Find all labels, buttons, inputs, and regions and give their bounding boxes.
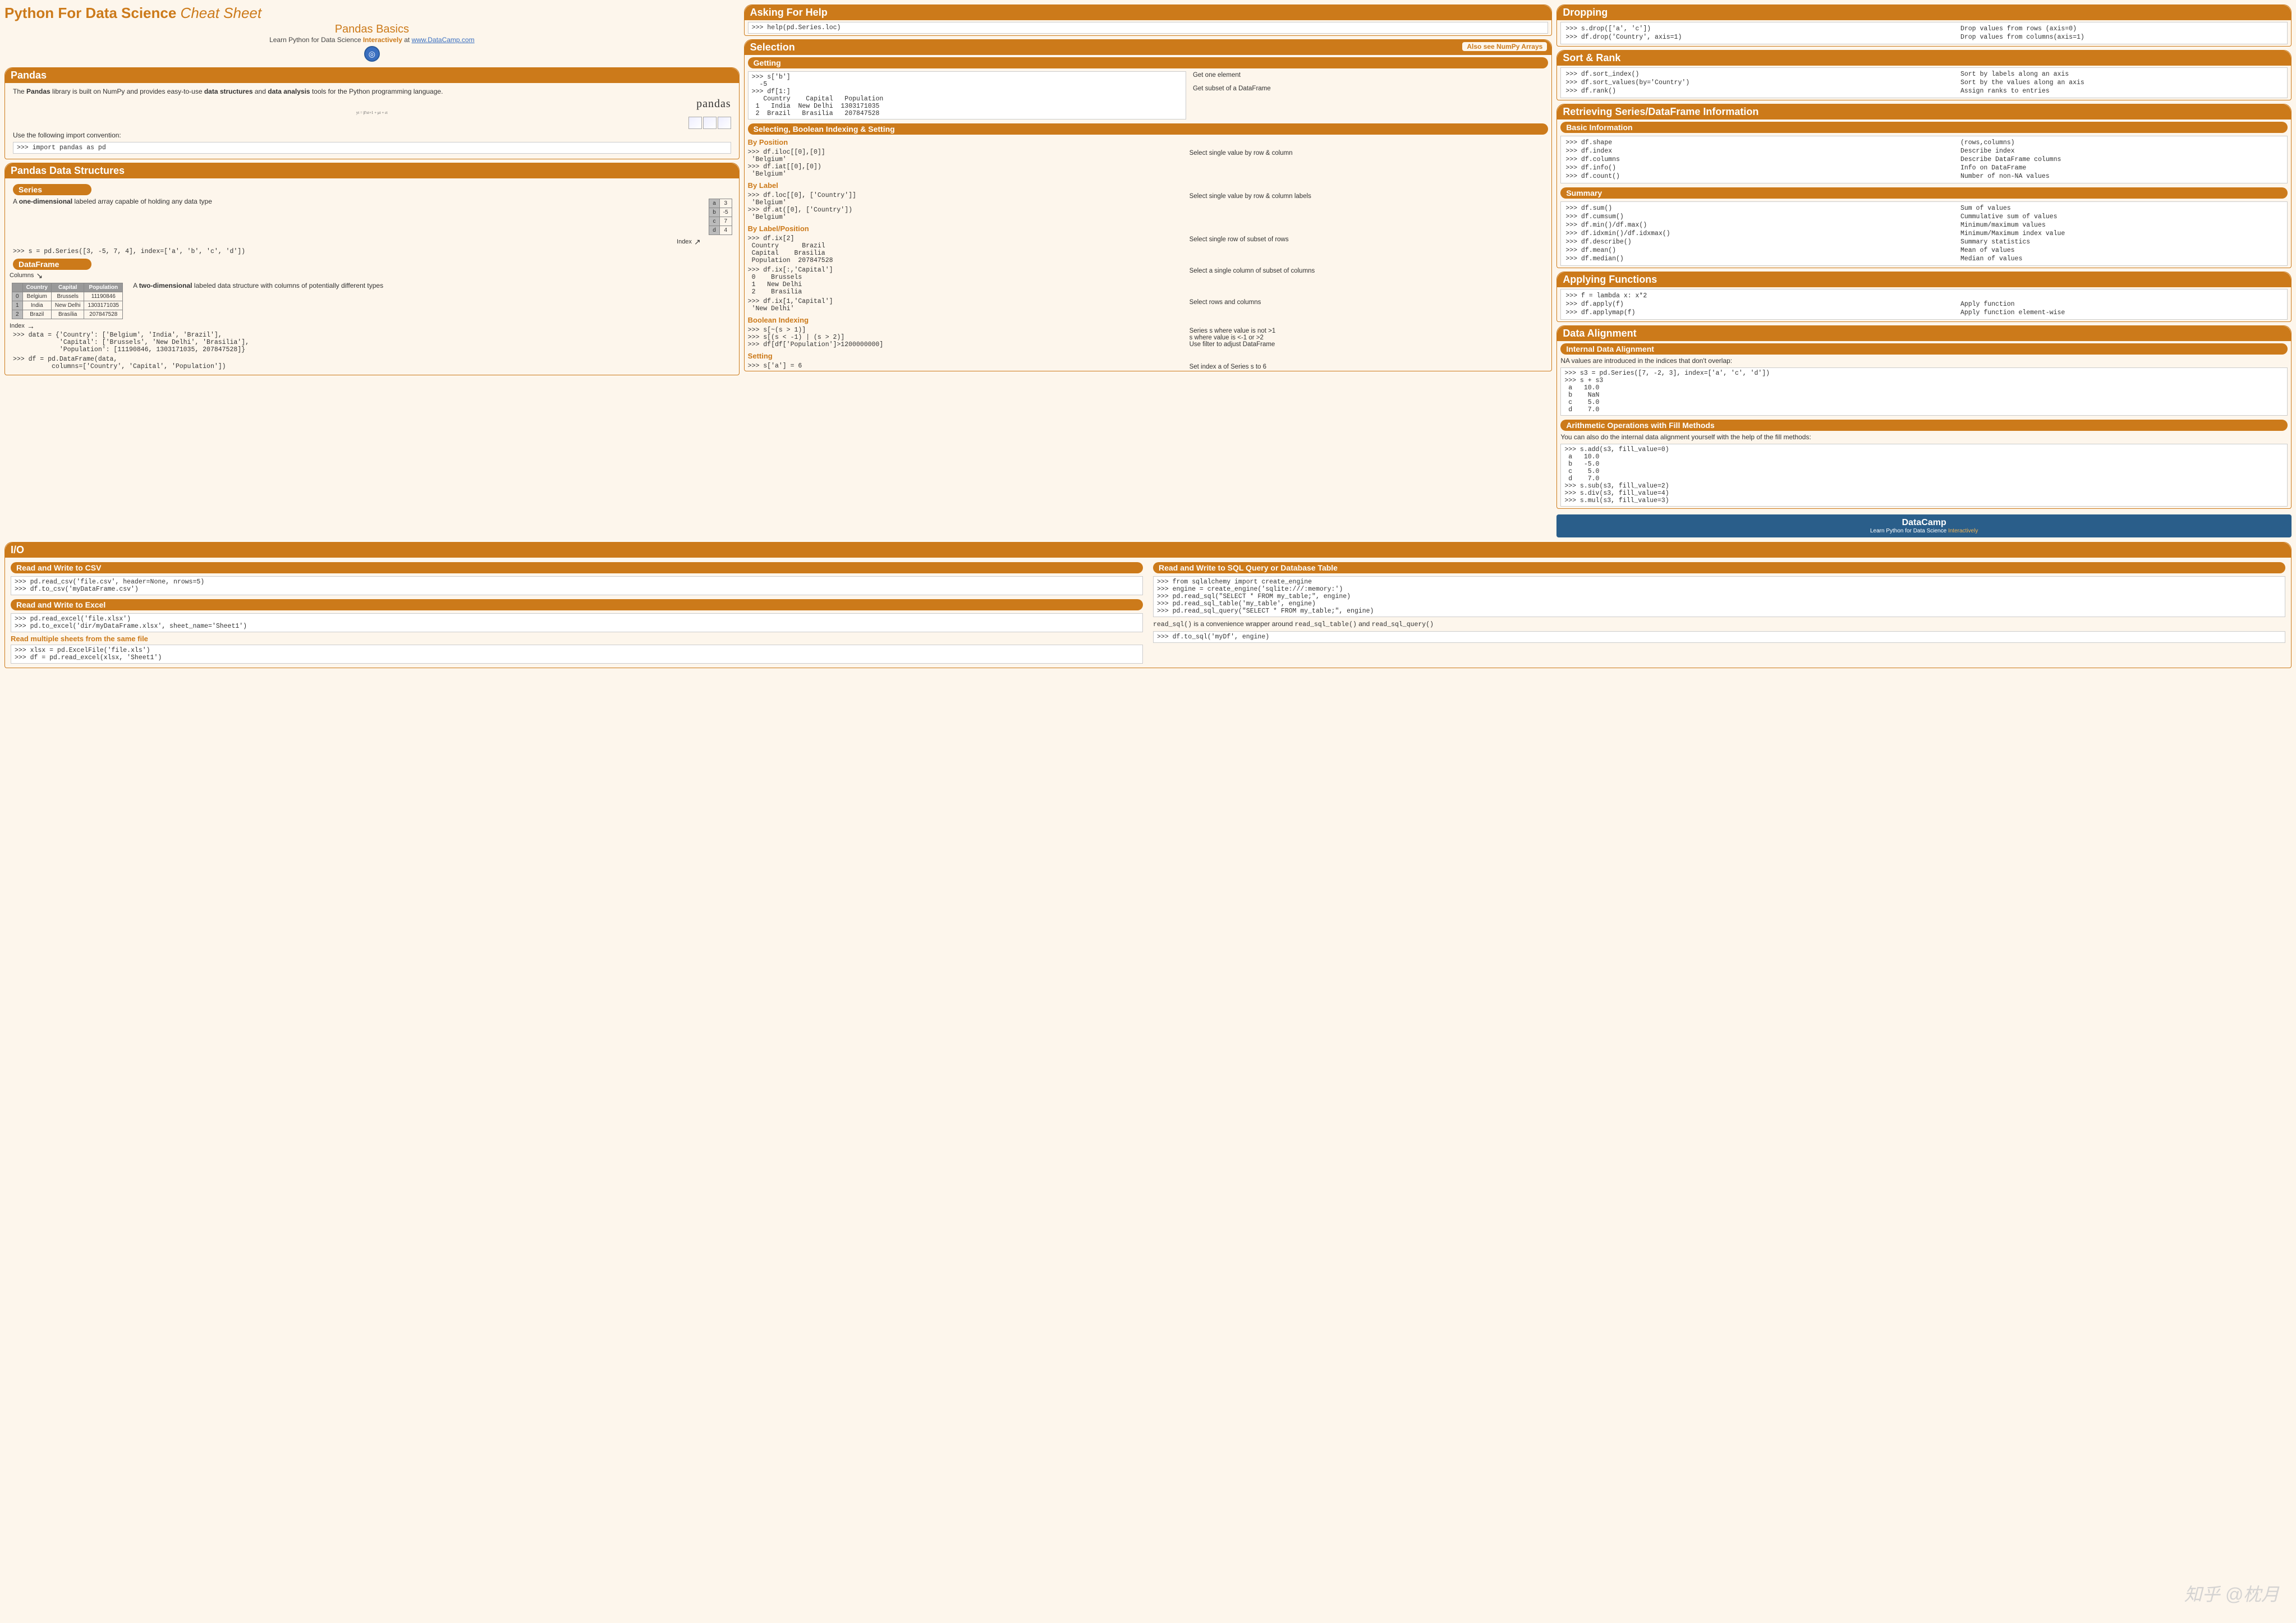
excel-heading: Read and Write to Excel (11, 599, 1143, 610)
align-heading: Data Alignment (1557, 326, 2291, 341)
help-code: >>> help(pd.Series.loc) (748, 22, 1549, 34)
numpy-aside: Also see NumPy Arrays (1462, 42, 1547, 51)
csv-code: >>> pd.read_csv('file.csv', header=None,… (11, 576, 1143, 595)
sort-table: >>> df.sort_index()Sort by labels along … (1564, 70, 2284, 96)
pandas-logo-icon: pandasyt = β'xt+1 + μt + εt (13, 98, 731, 115)
sql-code2: >>> df.to_sql('myDf', engine) (1153, 631, 2285, 643)
help-heading: Asking For Help (745, 5, 1552, 20)
ida-code: >>> s3 = pd.Series([7, -2, 3], index=['a… (1560, 367, 2288, 416)
df-ctor-code: >>> df = pd.DataFrame(data, columns=['Co… (10, 355, 734, 371)
sparkline-icon (688, 117, 731, 129)
datacamp-link[interactable]: www.DataCamp.com (412, 36, 475, 44)
selection-heading: SelectionAlso see NumPy Arrays (745, 40, 1552, 55)
summary-table: >>> df.sum()Sum of values >>> df.cumsum(… (1564, 204, 2284, 264)
info-heading: Retrieving Series/DataFrame Information (1557, 104, 2291, 119)
dropping-section: Dropping >>> s.drop(['a', 'c'])Drop valu… (1556, 4, 2292, 47)
ds-heading: Pandas Data Structures (5, 163, 739, 178)
datacamp-logo-icon: ◎ (364, 46, 380, 62)
excel-code: >>> pd.read_excel('file.xlsx') >>> pd.to… (11, 613, 1143, 632)
io-heading: I/O (5, 542, 2291, 558)
bool-heading: Boolean Indexing (748, 316, 1552, 324)
dataframe-table: CountryCapitalPopulation 0BelgiumBrussel… (12, 283, 123, 319)
series-table: a3 b-5 c7 d4 (709, 199, 732, 235)
dropping-heading: Dropping (1557, 5, 2291, 20)
watermark: 知乎 @枕月 (2184, 1580, 2279, 1606)
import-code: >>> import pandas as pd (13, 142, 731, 154)
footer: DataCamp Learn Python for Data Science I… (1556, 514, 2292, 537)
io-section: I/O Read and Write to CSV >>> pd.read_cs… (4, 542, 2292, 668)
getting-heading: Getting (748, 57, 1549, 68)
bylp-heading: By Label/Position (748, 224, 1552, 233)
arrow-icon: ↗ (694, 237, 701, 247)
selection-section: SelectionAlso see NumPy Arrays Getting >… (744, 39, 1553, 371)
summary-heading: Summary (1560, 187, 2288, 199)
apply-table: >>> f = lambda x: x*2 >>> df.apply(f)App… (1564, 291, 2284, 318)
subtitle-cheat: Cheat Sheet (181, 4, 262, 21)
info-section: Retrieving Series/DataFrame Information … (1556, 104, 2292, 268)
excel-multi-code: >>> xlsx = pd.ExcelFile('file.xls') >>> … (11, 645, 1143, 664)
header: Python For Data Science Cheat Sheet Pand… (4, 4, 740, 64)
sort-section: Sort & Rank >>> df.sort_index()Sort by l… (1556, 50, 2292, 100)
apply-section: Applying Functions >>> f = lambda x: x*2… (1556, 272, 2292, 322)
pandas-heading: Pandas (5, 68, 739, 83)
learn-line: Learn Python for Data Science Interactiv… (4, 36, 740, 44)
bypos-heading: By Position (748, 138, 1552, 146)
help-section: Asking For Help >>> help(pd.Series.loc) (744, 4, 1553, 36)
data-structures-section: Pandas Data Structures Series A one-dime… (4, 163, 740, 375)
dataframe-heading: DataFrame (13, 259, 91, 270)
sql-code: >>> from sqlalchemy import create_engine… (1153, 576, 2285, 617)
series-heading: Series (13, 184, 91, 195)
arrow-right-icon: → (27, 321, 35, 330)
dropping-table: >>> s.drop(['a', 'c'])Drop values from r… (1564, 24, 2284, 42)
df-data-code: >>> data = {'Country': ['Belgium', 'Indi… (10, 330, 734, 355)
ida-heading: Internal Data Alignment (1560, 343, 2288, 355)
main-title: Python For Data Science (4, 4, 176, 21)
setting-heading: Setting (748, 352, 1552, 360)
bylabel-heading: By Label (748, 181, 1552, 190)
basic-info-heading: Basic Information (1560, 122, 2288, 133)
fill-code: >>> s.add(s3, fill_value=0) a 10.0 b -5.… (1560, 444, 2288, 507)
csv-heading: Read and Write to CSV (11, 562, 1143, 573)
footer-brand: DataCamp (1556, 518, 2292, 528)
getting-code: >>> s['b'] -5 >>> df[1:] Country Capital… (748, 71, 1186, 119)
subtitle: Pandas Basics (4, 23, 740, 36)
apply-heading: Applying Functions (1557, 272, 2291, 287)
pandas-section: Pandas The Pandas library is built on Nu… (4, 67, 740, 159)
basic-info-table: >>> df.shape(rows,columns) >>> df.indexD… (1564, 138, 2284, 181)
arrow-down-icon: ↘ (36, 271, 43, 281)
sort-heading: Sort & Rank (1557, 50, 2291, 66)
excel-multi-heading: Read multiple sheets from the same file (11, 635, 1146, 643)
sbis-heading: Selecting, Boolean Indexing & Setting (748, 123, 1549, 135)
series-code: >>> s = pd.Series([3, -5, 7, 4], index=[… (10, 247, 734, 256)
align-section: Data Alignment Internal Data Alignment N… (1556, 325, 2292, 509)
sql-heading: Read and Write to SQL Query or Database … (1153, 562, 2285, 573)
fill-heading: Arithmetic Operations with Fill Methods (1560, 420, 2288, 431)
